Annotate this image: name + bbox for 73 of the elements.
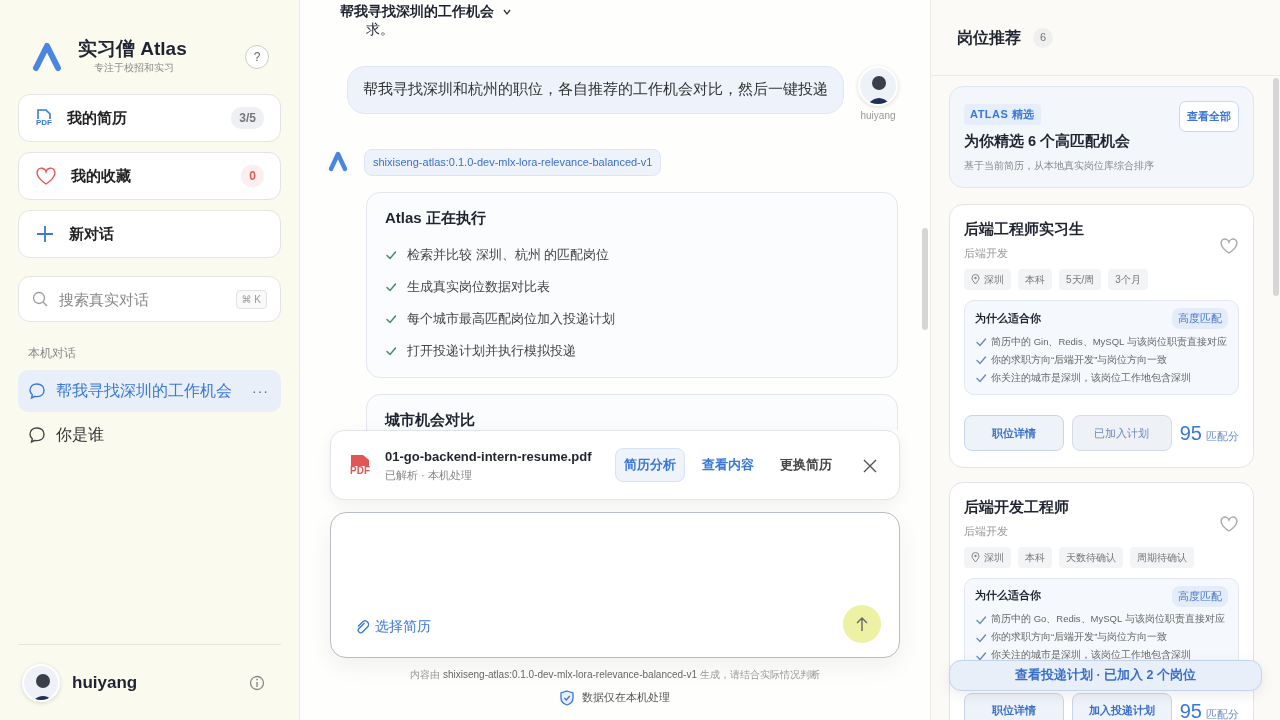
reason-text: 简历中的 Go、Redis、MySQL 与该岗位职责直接对应 [991, 612, 1225, 627]
more-menu[interactable]: ··· [252, 380, 269, 402]
score-label: 匹配分 [1206, 428, 1239, 444]
chat-title: 帮我寻找深圳的工作机会 [340, 2, 494, 21]
summary-subtitle: 基于当前简历，从本地真实岗位库综合排序 [964, 158, 1154, 173]
conversation-title: 你是谁 [56, 425, 104, 445]
view-plan-button[interactable]: 查看投递计划 · 已加入 2 个岗位 [949, 660, 1262, 691]
model-tag: shixiseng-atlas:0.1.0-dev-mlx-lora-relevance-balanced-v1 [364, 149, 662, 176]
file-status: 已解析 · 本机处理 [385, 467, 473, 483]
count-badge: 0 [241, 165, 264, 187]
app-title: 实习僧 Atlas [78, 39, 187, 60]
count-badge: 6 [1033, 27, 1053, 48]
job-title: 后端开发工程师 [964, 497, 1069, 517]
summary-title: 为你精选 6 个高匹配机会 [964, 132, 1132, 151]
conversation-item[interactable]: 你是谁 [18, 414, 281, 456]
disclaimer-text: 内容由 shixiseng-atlas:0.1.0-dev-mlx-lora-relevance-balanced-v1 生成，请结合实际情况判断 [409, 668, 821, 682]
author-name: huiyang [860, 109, 896, 123]
nav-button[interactable]: 我的收藏 0 [18, 152, 281, 200]
job-category: 后端开发 [964, 523, 1009, 539]
reason-text: 你关注的城市是深圳，该岗位工作地包含深圳 [991, 370, 1191, 385]
file-name: 01-go-backend-intern-resume.pdf [385, 448, 592, 466]
nav-button[interactable]: PDF 我的简历 3/5 [18, 94, 281, 142]
step-text: 每个城市最高匹配岗位加入投递计划 [407, 309, 615, 328]
app-subtitle: 专注于校招和实习 [93, 60, 175, 75]
view-all-button[interactable]: 查看全部 [1179, 101, 1239, 132]
shortcut-hint: ⌘ K [235, 290, 267, 309]
action-button[interactable]: 简历分析 [615, 448, 685, 482]
match-score: 95 [1179, 698, 1202, 720]
job-tag: 天数待确认 [1059, 547, 1123, 568]
count-badge: 3/5 [231, 107, 264, 129]
card-title: 城市机会对比 [385, 410, 476, 429]
reason-text: 你的求职方向“后端开发”与岗位方向一致 [991, 352, 1168, 367]
match-badge: 高度匹配 [1172, 308, 1228, 329]
job-tag: 周期待确认 [1130, 547, 1194, 568]
details-button[interactable]: 职位详情 [964, 692, 1064, 720]
job-tag: 深圳 [964, 547, 1011, 568]
user-name: huiyang [72, 671, 138, 694]
job-tag: 深圳 [964, 269, 1011, 291]
match-badge: 高度匹配 [1172, 586, 1228, 607]
reason-title: 为什么适合你 [975, 588, 1041, 604]
choose-resume-button[interactable]: 选择简历 [355, 616, 431, 643]
step-text: 打开投递计划并执行模拟投递 [407, 341, 576, 360]
job-tag: 3个月 [1108, 269, 1148, 291]
plan-button[interactable]: 已加入计划 [1071, 414, 1172, 451]
reason-text: 你的求职方向“后端开发”与岗位方向一致 [991, 630, 1168, 645]
reason-text: 你关注的城市是深圳，该岗位工作地包含深圳 [991, 648, 1191, 663]
match-score: 95 [1179, 420, 1202, 446]
tag-label: ATLAS 精选 [964, 104, 1041, 125]
help-button[interactable]: ? [245, 45, 269, 69]
panel-title: 岗位推荐 [957, 27, 1021, 48]
conversation-title: 帮我寻找深圳的工作机会 [56, 381, 232, 401]
message-input[interactable]: 选择简历 [330, 512, 900, 658]
action-button[interactable]: 更换简历 [771, 448, 841, 482]
reason-text: 简历中的 Gin、Redis、MySQL 与该岗位职责直接对应 [991, 334, 1227, 349]
plan-button[interactable]: 加入投递计划 [1071, 692, 1172, 720]
job-category: 后端开发 [964, 245, 1009, 261]
step-text: 检索并比较 深圳、杭州 的匹配岗位 [407, 245, 610, 264]
conversation-item[interactable]: 帮我寻找深圳的工作机会 ··· [18, 370, 281, 412]
job-tag: 本科 [1018, 547, 1052, 568]
user-message: 帮我寻找深圳和杭州的职位，各自推荐的工作机会对比，然后一键投递 [347, 66, 844, 114]
job-title: 后端工程师实习生 [964, 220, 1084, 239]
score-label: 匹配分 [1206, 706, 1239, 720]
details-button[interactable]: 职位详情 [964, 414, 1064, 451]
nav-button[interactable]: 新对话 [18, 210, 281, 258]
step-text: 生成真实岗位数据对比表 [407, 277, 550, 296]
privacy-note: 数据仅在本机处理 [582, 690, 670, 706]
job-tag: 5天/周 [1059, 269, 1102, 291]
card-title: Atlas 正在执行 [385, 208, 487, 227]
message-text: 求。 [365, 20, 395, 38]
section-title: 本机对话 [28, 345, 77, 362]
action-button[interactable]: 查看内容 [693, 448, 763, 482]
reason-title: 为什么适合你 [975, 310, 1041, 326]
job-tag: 本科 [1018, 269, 1052, 291]
